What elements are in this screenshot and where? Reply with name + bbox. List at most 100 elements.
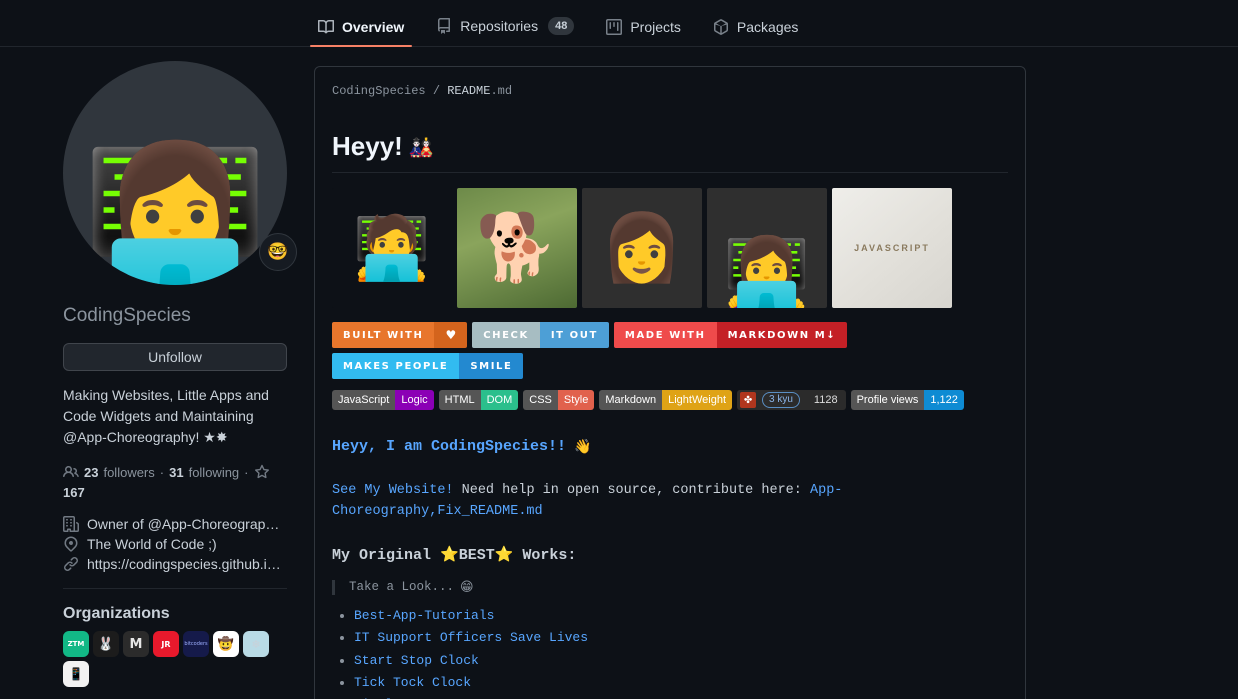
gallery-image-javascript-desk: JAVASCRIPT xyxy=(832,188,952,308)
work-link-start-stop-clock[interactable]: Start Stop Clock xyxy=(354,653,479,668)
project-icon xyxy=(606,19,623,35)
markdown-lightweight-tag[interactable]: Markdown LightWeight xyxy=(599,390,733,410)
check-left: CHECK xyxy=(472,322,540,348)
works-heading-post: Works: xyxy=(513,546,577,564)
list-item: Tick Tock Clock xyxy=(354,674,1008,693)
css-label: CSS xyxy=(523,390,558,410)
intro-heading-text: Heyy, I am CodingSpecies!! xyxy=(332,438,567,455)
separator-dot-1: · xyxy=(159,464,165,480)
codewars-badge[interactable]: ✤ 3 kyu 1128 xyxy=(737,390,846,410)
list-item: IT Support Officers Save Lives xyxy=(354,629,1008,648)
markdown-right: MARKDOWN M↓ xyxy=(716,322,848,348)
meta-website: https://codingspecies.github.io/MeAnd… xyxy=(63,556,287,572)
organizations-section: Organizations ZTM 🐰 M JR bitcoders 🤠 ❄ 📱… xyxy=(63,588,287,699)
made-with-markdown-badge[interactable]: MADE WITH MARKDOWN M↓ xyxy=(613,322,848,348)
stars-count[interactable]: 167 xyxy=(63,485,85,500)
big-badges-row: BUILT WITH ♥ CHECK IT OUT MADE WITH MARK… xyxy=(332,322,1008,379)
profile-meta: Owner of @App-Choreography Organi… The W… xyxy=(63,516,287,572)
profile-views-label: Profile views xyxy=(850,390,925,410)
works-list: Best-App-Tutorials IT Support Officers S… xyxy=(332,607,1008,699)
website-paragraph: See My Website! Need help in open source… xyxy=(332,481,1008,523)
tab-overview[interactable]: Overview xyxy=(310,13,420,47)
avatar-memoji: 👩‍💻 xyxy=(81,137,269,285)
breadcrumb-owner[interactable]: CodingSpecies xyxy=(332,84,426,98)
meta-website-link[interactable]: https://codingspecies.github.io/MeAnd… xyxy=(87,556,287,572)
works-heading-mid: BEST xyxy=(458,546,495,564)
work-link-best-app-tutorials[interactable]: Best-App-Tutorials xyxy=(354,608,494,623)
following-count[interactable]: 31 xyxy=(169,465,183,480)
org-dev[interactable]: 🤠 xyxy=(213,631,239,657)
profile-nav: Overview Repositories 48 Projects Packag… xyxy=(0,0,1238,47)
organization-icon xyxy=(63,516,79,532)
built-with-badge[interactable]: BUILT WITH ♥ xyxy=(332,322,468,348)
readme-image-gallery: 🧑‍💻 🐕 👩 👩‍💻 JAVASCRIPT xyxy=(332,188,1008,308)
profile-bio: Making Websites, Little Apps and Code Wi… xyxy=(63,387,269,445)
style-label: Style xyxy=(557,390,595,410)
follow-stats: 23 followers · 31 following · 167 xyxy=(63,464,287,500)
css-style-tag[interactable]: CSS Style xyxy=(523,390,595,410)
check-it-out-badge[interactable]: CHECK IT OUT xyxy=(472,322,609,348)
codewars-icon: ✤ xyxy=(740,392,757,408)
repo-icon xyxy=(436,18,452,34)
makes-people-left: MAKES PEOPLE xyxy=(332,353,460,379)
take-a-look-quote: Take a Look... 😁 xyxy=(332,579,1008,595)
status-badge[interactable]: 🤓 xyxy=(259,233,297,271)
quote-text: Take a Look... xyxy=(349,580,455,595)
made-with-left: MADE WITH xyxy=(613,322,717,348)
org-phone[interactable]: 📱 xyxy=(63,661,89,687)
tab-overview-label: Overview xyxy=(342,19,405,35)
location-icon xyxy=(63,536,79,552)
profile-username: CodingSpecies xyxy=(63,305,191,326)
dom-label: DOM xyxy=(480,390,519,410)
javascript-photo-label: JAVASCRIPT xyxy=(854,243,930,253)
followers-count[interactable]: 23 xyxy=(84,465,98,480)
tech-tags-row: JavaScript Logic HTML DOM CSS Style Mark… xyxy=(332,390,1008,410)
html-dom-tag[interactable]: HTML DOM xyxy=(438,390,519,410)
repositories-count: 48 xyxy=(548,17,575,35)
tab-projects-label: Projects xyxy=(630,19,681,35)
grinning-face-icon: 😁 xyxy=(460,579,474,595)
avatar-container: 👩‍💻 🤓 xyxy=(63,61,297,285)
avatar[interactable]: 👩‍💻 xyxy=(63,61,287,285)
gallery-image-octocat: 🧑‍💻 xyxy=(332,188,452,308)
party-popper-icon: 🎎 xyxy=(408,134,434,159)
org-ztm[interactable]: ZTM xyxy=(63,631,89,657)
unfollow-button[interactable]: Unfollow xyxy=(63,343,287,371)
people-icon xyxy=(63,464,79,480)
following-label[interactable]: following xyxy=(189,465,240,480)
work-link-it-support-officers[interactable]: IT Support Officers Save Lives xyxy=(354,630,588,645)
org-rabbit[interactable]: 🐰 xyxy=(93,631,119,657)
list-item: Best-App-Tutorials xyxy=(354,607,1008,626)
followers-label[interactable]: followers xyxy=(103,465,154,480)
works-heading-pre: My Original xyxy=(332,546,441,564)
book-icon xyxy=(318,19,335,35)
org-m[interactable]: M xyxy=(123,631,149,657)
see-my-website-link[interactable]: See My Website! xyxy=(332,483,454,498)
memoji-face-emoji: 👩 xyxy=(600,209,684,286)
tab-projects[interactable]: Projects xyxy=(598,13,697,46)
profile-views-badge[interactable]: Profile views 1,122 xyxy=(850,390,964,410)
breadcrumb-file[interactable]: README xyxy=(447,84,490,98)
org-jr[interactable]: JR xyxy=(153,631,179,657)
makes-people-smile-badge[interactable]: MAKES PEOPLE SMILE xyxy=(332,353,524,379)
tab-packages[interactable]: Packages xyxy=(705,13,814,46)
organizations-title: Organizations xyxy=(63,605,170,622)
built-with-heart: ♥ xyxy=(434,322,468,348)
html-label: HTML xyxy=(438,390,481,410)
meta-location: The World of Code ;) xyxy=(63,536,287,552)
github-profile-page: Overview Repositories 48 Projects Packag… xyxy=(0,0,1238,699)
tab-repositories[interactable]: Repositories 48 xyxy=(428,11,590,46)
meta-organization: Owner of @App-Choreography Organi… xyxy=(63,516,287,532)
readme-heading: Heyy! 🎎 xyxy=(332,131,1008,173)
organizations-list: ZTM 🐰 M JR bitcoders 🤠 ❄ 📱 xyxy=(63,631,287,687)
work-link-tick-tock-clock[interactable]: Tick Tock Clock xyxy=(354,675,471,690)
package-icon xyxy=(713,19,729,35)
org-ice[interactable]: ❄ xyxy=(243,631,269,657)
star-icon-right: ⭐ xyxy=(494,544,514,563)
org-bitcoders[interactable]: bitcoders xyxy=(183,631,209,657)
lightweight-label: LightWeight xyxy=(662,390,733,410)
readme-heading-text: Heyy! xyxy=(332,131,403,161)
memoji-laptop-emoji: 👩‍💻 xyxy=(723,233,811,308)
javascript-logic-tag[interactable]: JavaScript Logic xyxy=(332,390,434,410)
meta-organization-text[interactable]: Owner of @App-Choreography Organi… xyxy=(87,516,287,532)
